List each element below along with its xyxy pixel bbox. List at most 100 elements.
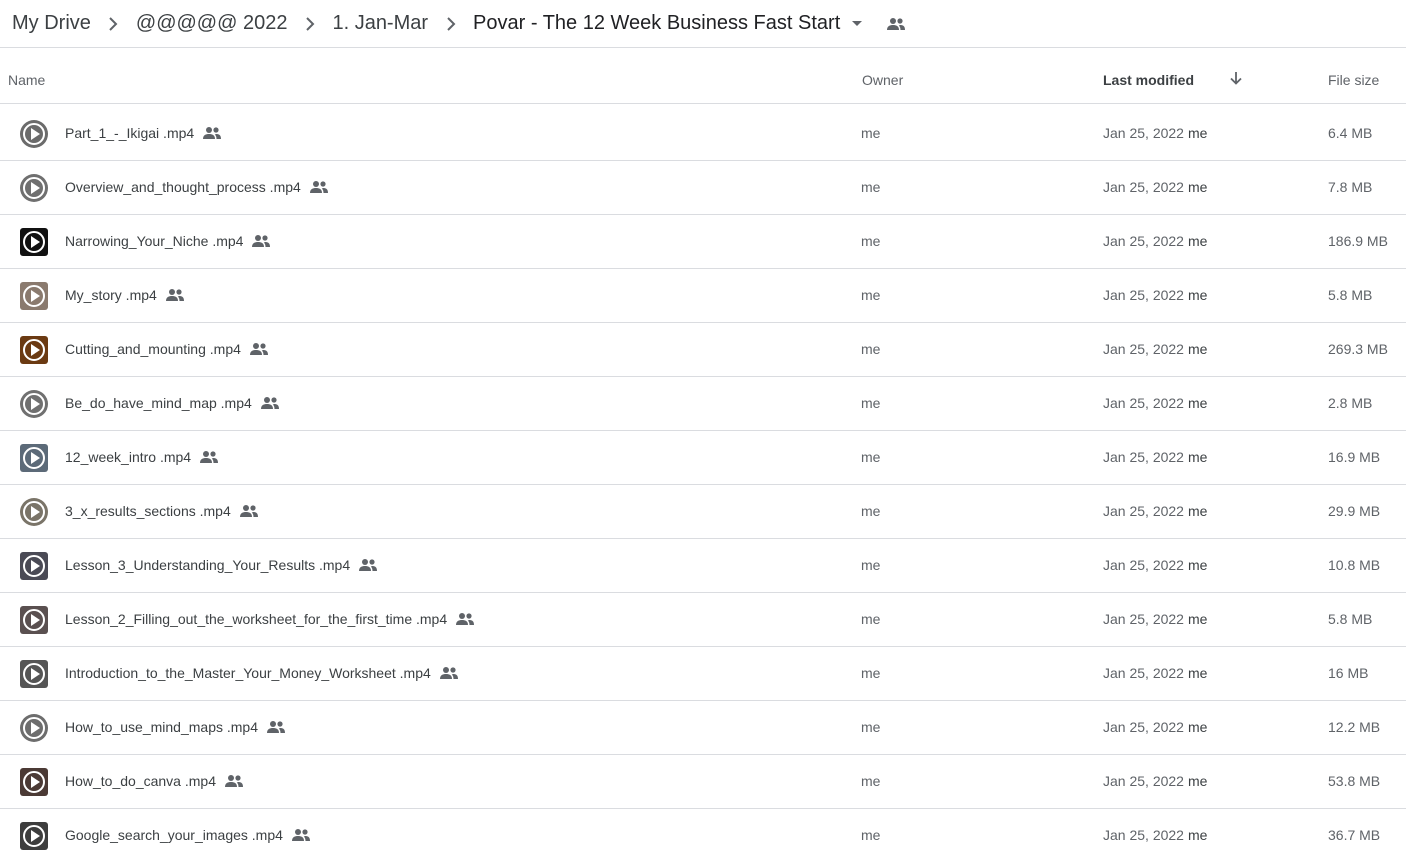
breadcrumb-current-folder[interactable]: Povar - The 12 Week Business Fast Start — [473, 12, 840, 35]
modified-date: Jan 25, 2022 — [1103, 395, 1184, 411]
file-name-label: Introduction_to_the_Master_Your_Money_Wo… — [65, 665, 431, 681]
file-name[interactable]: My_story .mp4 — [65, 287, 185, 303]
table-row[interactable]: 12_week_intro .mp4 me Jan 25, 2022 me 16.9 M… — [0, 431, 1406, 485]
modified-date: Jan 25, 2022 — [1103, 611, 1184, 627]
table-row[interactable]: Lesson_3_Understanding_Your_Results .mp4… — [0, 539, 1406, 593]
table-row[interactable]: 3_x_results_sections .mp4 me Jan 25, 2022 m… — [0, 485, 1406, 539]
table-row[interactable]: Cutting_and_mounting .mp4 me Jan 25, 2022 m… — [0, 323, 1406, 377]
people-icon — [224, 774, 244, 788]
table-row[interactable]: My_story .mp4 me Jan 25, 2022 me 5.8 MB — [0, 269, 1406, 323]
file-owner: me — [861, 449, 881, 465]
file-owner: me — [861, 341, 881, 357]
people-icon — [291, 828, 311, 842]
modified-date: Jan 25, 2022 — [1103, 287, 1184, 303]
file-owner: me — [861, 395, 881, 411]
file-name[interactable]: 12_week_intro .mp4 — [65, 449, 219, 465]
modified-date: Jan 25, 2022 — [1103, 827, 1184, 843]
modified-by: me — [1187, 503, 1208, 519]
file-last-modified: Jan 25, 2022 me — [1103, 557, 1207, 573]
modified-by: me — [1187, 611, 1208, 627]
modified-by: me — [1187, 125, 1208, 141]
file-name[interactable]: 3_x_results_sections .mp4 — [65, 503, 259, 519]
table-row[interactable]: Google_search_your_images .mp4 me Jan 25, … — [0, 809, 1406, 862]
people-icon — [202, 126, 222, 140]
file-name[interactable]: Overview_and_thought_process .mp4 — [65, 179, 329, 195]
file-name-label: Overview_and_thought_process .mp4 — [65, 179, 301, 195]
file-name[interactable]: Part_1_-_Ikigai .mp4 — [65, 125, 222, 141]
table-row[interactable]: How_to_do_canva .mp4 me Jan 25, 2022 me 53.8… — [0, 755, 1406, 809]
file-size: 36.7 MB — [1328, 827, 1381, 843]
file-owner: me — [861, 503, 881, 519]
play-circle-icon — [23, 555, 45, 577]
file-last-modified: Jan 25, 2022 me — [1103, 665, 1207, 681]
file-name-label: Part_1_-_Ikigai .mp4 — [65, 125, 195, 141]
video-thumbnail-icon — [20, 768, 48, 796]
file-size: 10.8 MB — [1328, 557, 1381, 573]
file-name-label: Be_do_have_mind_map .mp4 — [65, 395, 252, 411]
breadcrumb-year-folder[interactable]: @@@@@ 2022 — [136, 12, 288, 35]
column-file-size[interactable]: File size — [1328, 72, 1379, 88]
file-owner: me — [861, 827, 881, 843]
people-icon — [266, 720, 286, 734]
play-circle-icon — [23, 231, 45, 253]
modified-by: me — [1187, 341, 1208, 357]
table-row[interactable]: How_to_use_mind_maps .mp4 me Jan 25, 2022 m… — [0, 701, 1406, 755]
file-last-modified: Jan 25, 2022 me — [1103, 179, 1207, 195]
file-size: 7.8 MB — [1328, 179, 1373, 195]
file-name-label: How_to_do_canva .mp4 — [65, 773, 216, 789]
modified-date: Jan 25, 2022 — [1103, 449, 1184, 465]
file-name[interactable]: Lesson_3_Understanding_Your_Results .mp4 — [65, 557, 378, 573]
table-row[interactable]: Part_1_-_Ikigai .mp4 me Jan 25, 2022 me 6.4 … — [0, 107, 1406, 161]
table-row[interactable]: Narrowing_Your_Niche .mp4 me Jan 25, 2022 m… — [0, 215, 1406, 269]
file-name[interactable]: How_to_use_mind_maps .mp4 — [65, 719, 286, 735]
modified-by: me — [1187, 557, 1208, 573]
table-row[interactable]: Overview_and_thought_process .mp4 me Jan 2… — [0, 161, 1406, 215]
file-size: 186.9 MB — [1328, 233, 1388, 249]
file-name[interactable]: Narrowing_Your_Niche .mp4 — [65, 233, 271, 249]
video-thumbnail-icon — [20, 390, 48, 418]
file-name[interactable]: Introduction_to_the_Master_Your_Money_Wo… — [65, 665, 459, 681]
file-name[interactable]: Be_do_have_mind_map .mp4 — [65, 395, 280, 411]
play-circle-icon — [23, 717, 45, 739]
modified-by: me — [1187, 179, 1208, 195]
modified-by: me — [1187, 449, 1208, 465]
video-thumbnail-icon — [20, 444, 48, 472]
file-name-label: Lesson_2_Filling_out_the_worksheet_for_t… — [65, 611, 448, 627]
arrow-drop-down-icon[interactable] — [852, 21, 863, 26]
modified-date: Jan 25, 2022 — [1103, 665, 1184, 681]
breadcrumb-my-drive[interactable]: My Drive — [12, 12, 91, 35]
people-icon — [260, 396, 280, 410]
table-row[interactable]: Introduction_to_the_Master_Your_Money_Wo… — [0, 647, 1406, 701]
file-owner: me — [861, 719, 881, 735]
modified-date: Jan 25, 2022 — [1103, 719, 1184, 735]
modified-date: Jan 25, 2022 — [1103, 557, 1184, 573]
column-owner[interactable]: Owner — [862, 72, 903, 88]
file-size: 29.9 MB — [1328, 503, 1381, 519]
file-owner: me — [861, 773, 881, 789]
modified-by: me — [1187, 773, 1208, 789]
people-icon — [199, 450, 219, 464]
table-row[interactable]: Be_do_have_mind_map .mp4 me Jan 25, 2022 me… — [0, 377, 1406, 431]
modified-date: Jan 25, 2022 — [1103, 233, 1184, 249]
file-name[interactable]: Lesson_2_Filling_out_the_worksheet_for_t… — [65, 611, 475, 627]
file-last-modified: Jan 25, 2022 me — [1103, 503, 1207, 519]
video-thumbnail-icon — [20, 606, 48, 634]
file-size: 5.8 MB — [1328, 611, 1373, 627]
arrow-down-icon[interactable] — [1228, 70, 1244, 86]
column-name[interactable]: Name — [8, 72, 45, 88]
column-last-modified[interactable]: Last modified — [1103, 72, 1194, 88]
file-name[interactable]: Google_search_your_images .mp4 — [65, 827, 311, 843]
file-name-label: Cutting_and_mounting .mp4 — [65, 341, 241, 357]
column-header: Name Owner Last modified File size — [0, 48, 1406, 104]
play-circle-icon — [23, 339, 45, 361]
people-icon — [309, 180, 329, 194]
play-circle-icon — [23, 123, 45, 145]
modified-by: me — [1187, 665, 1208, 681]
table-row[interactable]: Lesson_2_Filling_out_the_worksheet_for_t… — [0, 593, 1406, 647]
file-name[interactable]: How_to_do_canva .mp4 — [65, 773, 244, 789]
breadcrumb-quarter-folder[interactable]: 1. Jan-Mar — [332, 12, 428, 35]
file-name[interactable]: Cutting_and_mounting .mp4 — [65, 341, 269, 357]
file-owner: me — [861, 233, 881, 249]
file-last-modified: Jan 25, 2022 me — [1103, 395, 1207, 411]
video-thumbnail-icon — [20, 120, 48, 148]
